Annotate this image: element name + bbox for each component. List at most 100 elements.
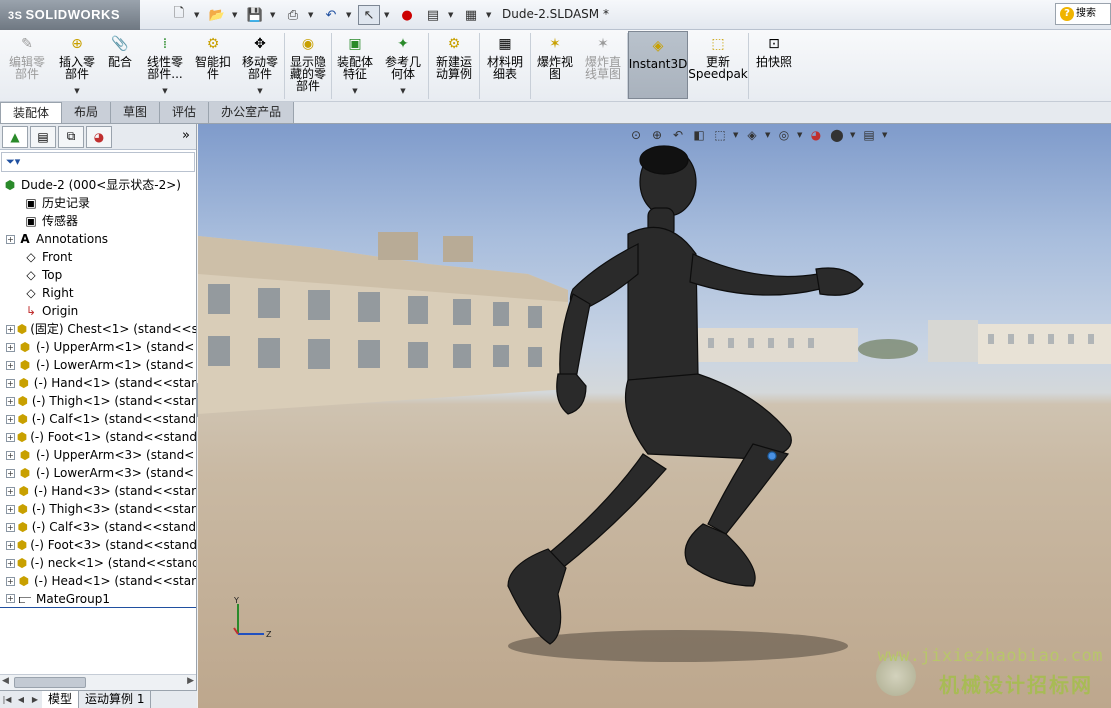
expand-toggle[interactable]: + (6, 558, 15, 568)
tree-horizontal-scrollbar[interactable]: ◀ ▶ (0, 674, 196, 690)
new-icon[interactable]: 🗋 (168, 5, 190, 25)
tree-item-component[interactable]: + ⬢ (-) neck<1> (stand<<stand (0, 554, 196, 572)
expand-toggle[interactable]: + (6, 378, 15, 388)
previous-view-icon[interactable]: ↶ (670, 127, 686, 143)
tree-item-origin[interactable]: ↳ Origin (0, 302, 196, 320)
expand-toggle[interactable]: + (6, 576, 15, 586)
scroll-left-icon[interactable]: ◀ (2, 676, 9, 686)
explode-line-sketch-button[interactable]: ✶ 爆炸直 线草图 (579, 30, 627, 100)
zoom-to-fit-icon[interactable]: ⊙ (628, 127, 644, 143)
view-settings-icon[interactable]: ▤ (861, 127, 877, 143)
edit-appearance-icon[interactable]: ◕ (808, 127, 824, 143)
undo-icon[interactable]: ↶ (320, 5, 342, 25)
section-view-icon[interactable]: ◧ (691, 127, 707, 143)
chevron-down-icon[interactable]: ▼ (352, 85, 357, 97)
update-speedpak-button[interactable]: ⬚ 更新 Speedpak (688, 30, 748, 100)
chevron-down-icon[interactable]: ▼ (448, 11, 456, 19)
tree-item-component[interactable]: + ⬢ (-) UpperArm<1> (stand< (0, 338, 196, 356)
display-style-icon[interactable]: ◈ (744, 127, 760, 143)
tree-item-component[interactable]: + ⬢ (-) Hand<1> (stand<<star (0, 374, 196, 392)
tree-item-component[interactable]: + ⬢ (-) Thigh<3> (stand<<star (0, 500, 196, 518)
tab-model[interactable]: 模型 (42, 691, 80, 708)
take-snapshot-button[interactable]: ⊡ 拍快照 (749, 30, 799, 100)
property-manager-icon[interactable]: ▤ (30, 125, 56, 148)
tree-item-front-plane[interactable]: ◇ Front (0, 248, 196, 266)
chevron-down-icon[interactable]: ▼ (486, 11, 494, 19)
assembly-feature-button[interactable]: ▣ 装配体 特征 ▼ (332, 30, 378, 100)
expand-toggle[interactable]: + (6, 504, 15, 514)
tree-item-component[interactable]: + ⬢ (-) Foot<3> (stand<<stand (0, 536, 196, 554)
chevron-down-icon[interactable]: ▼ (384, 11, 392, 19)
insert-component-button[interactable]: ⊕ 插入零 部件 ▼ (54, 30, 100, 100)
tree-item-history[interactable]: ▣ 历史记录 (0, 194, 196, 212)
smart-fastener-button[interactable]: ⚙ 智能扣 件 (190, 30, 236, 100)
tree-item-component[interactable]: + ⬢ (-) UpperArm<3> (stand< (0, 446, 196, 464)
exploded-view-button[interactable]: ✶ 爆炸视 图 (531, 30, 579, 100)
expand-panel-icon[interactable]: » (182, 128, 190, 143)
expand-toggle[interactable]: + (6, 594, 15, 603)
tree-item-mategroup[interactable]: + ⫍ MateGroup1 (0, 590, 196, 608)
chevron-down-icon[interactable]: ▼ (850, 131, 856, 139)
expand-toggle[interactable]: + (6, 486, 15, 496)
tab-layout[interactable]: 布局 (62, 102, 112, 123)
help-icon[interactable]: ? (1060, 7, 1074, 21)
chevron-down-icon[interactable]: ▼ (400, 85, 405, 97)
solidworks-logo[interactable]: 3S SOLIDWORKS (0, 0, 140, 30)
reference-geometry-button[interactable]: ✦ 参考几 何体 ▼ (378, 30, 428, 100)
expand-toggle[interactable]: + (6, 396, 15, 406)
tab-sketch[interactable]: 草图 (111, 102, 161, 123)
chevron-down-icon[interactable]: ▼ (270, 11, 278, 19)
show-hidden-components-button[interactable]: ◉ 显示隐 藏的零 部件 (285, 30, 331, 100)
tree-item-component[interactable]: + ⬢ (-) LowerArm<1> (stand< (0, 356, 196, 374)
scroll-right-icon[interactable]: ▶ (187, 676, 194, 686)
expand-toggle[interactable]: + (6, 342, 15, 352)
expand-toggle[interactable]: + (6, 522, 15, 532)
chevron-down-icon[interactable]: ▼ (882, 131, 888, 139)
mate-button[interactable]: 📎 配合 (100, 30, 140, 100)
prev-tab-icon[interactable]: ◀ (14, 691, 28, 708)
chevron-down-icon[interactable]: ▼ (257, 85, 262, 97)
expand-toggle[interactable]: + (6, 540, 15, 550)
expand-toggle[interactable]: + (6, 432, 15, 442)
running-figure-model[interactable] (507, 145, 864, 645)
view-orientation-icon[interactable]: ⬚ (712, 127, 728, 143)
tree-item-component[interactable]: + ⬢ (-) Foot<1> (stand<<stand (0, 428, 196, 446)
bom-button[interactable]: ▦ 材料明 细表 (480, 30, 530, 100)
rebuild-icon[interactable]: ● (396, 5, 418, 25)
chevron-down-icon[interactable]: ▼ (797, 131, 803, 139)
tree-item-component[interactable]: + ⬢ (-) Hand<3> (stand<<star (0, 482, 196, 500)
scrollbar-thumb[interactable] (14, 677, 86, 688)
expand-toggle[interactable]: + (6, 360, 15, 370)
save-icon[interactable]: 💾 (244, 5, 266, 25)
search-box[interactable]: ? 搜索 (1055, 3, 1111, 25)
chevron-down-icon[interactable]: ▼ (232, 11, 240, 19)
tree-item-sensors[interactable]: ▣ 传感器 (0, 212, 196, 230)
next-tab-icon[interactable]: ▶ (28, 691, 42, 708)
tab-assembly[interactable]: 装配体 (0, 102, 63, 123)
tab-office-products[interactable]: 办公室产品 (209, 102, 295, 123)
graphics-viewport[interactable]: ⊙ ⊕ ↶ ◧ ⬚ ▼ ◈ ▼ ◎ ▼ ◕ ⬤ ▼ ▤ ▼ Y Z www.jixiezh… (198, 124, 1111, 708)
tree-item-right-plane[interactable]: ◇ Right (0, 284, 196, 302)
chevron-down-icon[interactable]: ▼ (346, 11, 354, 19)
tree-item-component[interactable]: + ⬢ (-) Calf<3> (stand<<stand (0, 518, 196, 536)
chevron-down-icon[interactable]: ▼ (765, 131, 771, 139)
chevron-down-icon[interactable]: ▼ (733, 131, 739, 139)
chevron-down-icon[interactable]: ▼ (162, 85, 167, 97)
tree-filter[interactable]: ⏷▾ (1, 152, 195, 172)
move-component-button[interactable]: ✥ 移动零 部件 ▼ (236, 30, 284, 100)
tab-evaluate[interactable]: 评估 (160, 102, 210, 123)
linear-pattern-button[interactable]: ⁞ 线性零 部件... ▼ (140, 30, 190, 100)
tree-item-component[interactable]: + ⬢ (-) Thigh<1> (stand<<star (0, 392, 196, 410)
tree-item-annotations[interactable]: + A Annotations (0, 230, 196, 248)
apply-scene-icon[interactable]: ⬤ (829, 127, 845, 143)
configuration-manager-icon[interactable]: ⧉ (58, 125, 84, 148)
expand-toggle[interactable]: + (6, 468, 15, 478)
edit-component-button[interactable]: ✎ 编辑零 部件 (0, 30, 54, 100)
select-icon[interactable]: ↖ (358, 5, 380, 25)
expand-toggle[interactable]: + (6, 414, 15, 424)
feature-manager-icon[interactable]: ▲ (2, 125, 28, 148)
new-motion-study-button[interactable]: ⚙ 新建运 动算例 (429, 30, 479, 100)
tree-item-component[interactable]: + ⬢ (-) LowerArm<3> (stand< (0, 464, 196, 482)
first-tab-icon[interactable]: |◀ (0, 691, 14, 708)
print-icon[interactable]: ⎙ (282, 5, 304, 25)
